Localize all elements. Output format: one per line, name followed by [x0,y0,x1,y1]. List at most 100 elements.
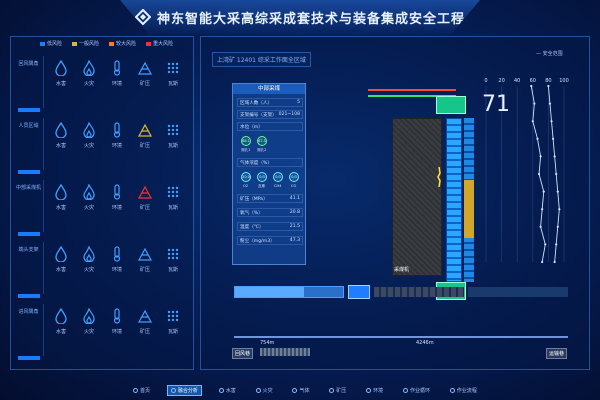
cycle-icon [403,387,409,393]
home-icon [133,387,138,393]
shearer-info-card: 中部采煤 区域人数（人） 5 支架编号（支架） 021~108 水位（m） 68.1… [232,83,306,265]
water-drop-icon[interactable]: 水害 [50,246,72,294]
chart-tick-label: 0 [484,78,487,84]
chart-point [556,190,559,193]
chart-point [553,155,556,158]
thermometer-icon[interactable]: 环境 [106,184,128,232]
people-count-row: 区域人数（人） 5 [237,98,303,107]
chart-point [539,155,542,158]
thermometer-icon[interactable]: 环境 [106,60,128,108]
dots-grid-icon[interactable]: 瓦斯 [162,60,184,108]
risk-row-personnel-area[interactable]: 人员区域 水害 火灾 环境 矿压 瓦斯 [14,118,190,178]
row-label: 中部采煤机 [14,180,44,232]
water-gauge-1: 68.1 [241,136,251,146]
ruler-hatch [260,348,310,356]
chart-point [556,225,559,228]
mountain-alarm-icon[interactable]: 矿压 [134,184,156,232]
thermometer-icon[interactable]: 环境 [106,122,128,170]
legend-item-major: 较大风险 [109,40,136,47]
chart-point [533,102,536,105]
nav-work-process[interactable]: 作业流程 [447,386,480,395]
safe-range-label: — 安全范围 [536,51,563,57]
process-icon [449,387,455,393]
chart-point [558,208,561,211]
nav-home[interactable]: 首页 [130,386,153,395]
ruler-right-label: 4246m [416,340,434,346]
temperature-row: 温度（℃） 21.5 [237,222,303,231]
water-drop-icon[interactable]: 水害 [50,60,72,108]
position-slider-knob[interactable] [348,285,370,299]
shearer-position-marker [464,180,474,238]
water-drop-icon[interactable]: 水害 [50,184,72,232]
fire-icon[interactable]: 火灾 [78,60,100,108]
support-number-row: 支架编号（支架） 021~108 [237,110,303,119]
fire-icon[interactable]: 火灾 [78,122,100,170]
chart-point [553,260,556,264]
risk-row-intake-corner[interactable]: 进风隅角 水害 火灾 环境 矿压 瓦斯 [14,304,190,364]
chart-point [530,84,533,88]
gas-gauge-gas: 0.0 [257,172,267,182]
dots-grid-icon[interactable]: 瓦斯 [162,308,184,356]
risk-row-shearer[interactable]: 中部采煤机 水害 火灾 环境 矿压 瓦斯 [14,180,190,240]
gas-gauge-ch4: 0.0 [273,172,283,182]
legend-item-general: 一般风险 [72,40,99,47]
ruler-left-label: 754m [260,340,275,346]
nav-water[interactable]: 水害 [216,386,239,395]
risk-row-end-support[interactable]: 端头支架 水害 火灾 环境 矿压 瓦斯 [14,242,190,302]
top-conveyor-head [436,96,466,114]
fire-icon[interactable]: 火灾 [78,308,100,356]
distance-ruler [234,336,568,338]
fire-icon[interactable]: 火灾 [78,246,100,294]
fire-icon [255,387,261,393]
thermometer-icon[interactable]: 环境 [106,246,128,294]
nav-pressure[interactable]: 矿压 [326,386,349,395]
dots-grid-icon[interactable]: 瓦斯 [162,246,184,294]
chart-point [541,260,544,264]
gas-gauge-o2: 20.0 [241,172,251,182]
chart-point [551,137,555,140]
mountain-icon[interactable]: 矿压 [134,246,156,294]
nav-work-cycle[interactable]: 作业循环 [400,386,433,395]
row-icons: 水害 火灾 环境 矿压 瓦斯 [50,60,190,108]
row-risk-bar [18,170,40,174]
bottom-navigation: 首页 融合分析 水害 火灾 气体 矿压 环境 作业循环 作业流程 [130,382,480,398]
nav-gas[interactable]: 气体 [289,386,312,395]
coal-label: 采煤机 [394,267,410,273]
thermometer-icon[interactable]: 环境 [106,308,128,356]
nav-fusion-analysis[interactable]: 融合分析 [166,384,202,396]
nav-fire[interactable]: 火灾 [253,386,276,395]
info-card-title: 中部采煤 [233,84,305,94]
hydraulic-support-column [446,118,462,282]
chart-point [537,172,541,176]
water-drop-icon[interactable]: 水害 [50,122,72,170]
chart-series-line [547,85,560,263]
water-level-row: 水位（m） [237,122,303,131]
chart-point [542,190,545,193]
dots-grid-icon[interactable]: 瓦斯 [162,122,184,170]
risk-row-return-corner[interactable]: 回风隅角 水害 火灾 环境 矿压 瓦斯 [14,56,190,116]
row-risk-bar [18,232,40,236]
dots-grid-icon[interactable]: 瓦斯 [162,184,184,232]
page-header: 神东智能大采高综采成套技术与装备集成安全工程 [120,0,480,34]
row-icons: 水害 火灾 环境 矿压 瓦斯 [50,246,190,294]
nav-environment[interactable]: 环境 [363,386,386,395]
row-risk-bar [18,356,40,360]
progress-fill [235,287,305,297]
water-drop-icon [218,387,224,393]
row-label: 人员区域 [14,118,44,170]
chart-tick-label: 20 [498,78,504,84]
row-label: 进风隅角 [14,304,44,356]
water-drop-icon[interactable]: 水害 [50,308,72,356]
gas-icon [292,387,298,393]
mountain-icon[interactable]: 矿压 [134,60,156,108]
mountain-icon[interactable]: 矿压 [134,308,156,356]
mountain-warning-icon[interactable]: 矿压 [134,122,156,170]
fire-icon[interactable]: 火灾 [78,184,100,232]
row-risk-bar [18,108,40,112]
ruler-right-end-tag: 运输巷 [546,348,568,359]
chart-tick-label: 80 [545,78,551,84]
mountain-icon [329,387,335,393]
gas-gauge-co: 0.0 [289,172,299,182]
water-gauge-2: 67.5 [257,136,267,146]
row-label: 端头支架 [14,242,44,294]
